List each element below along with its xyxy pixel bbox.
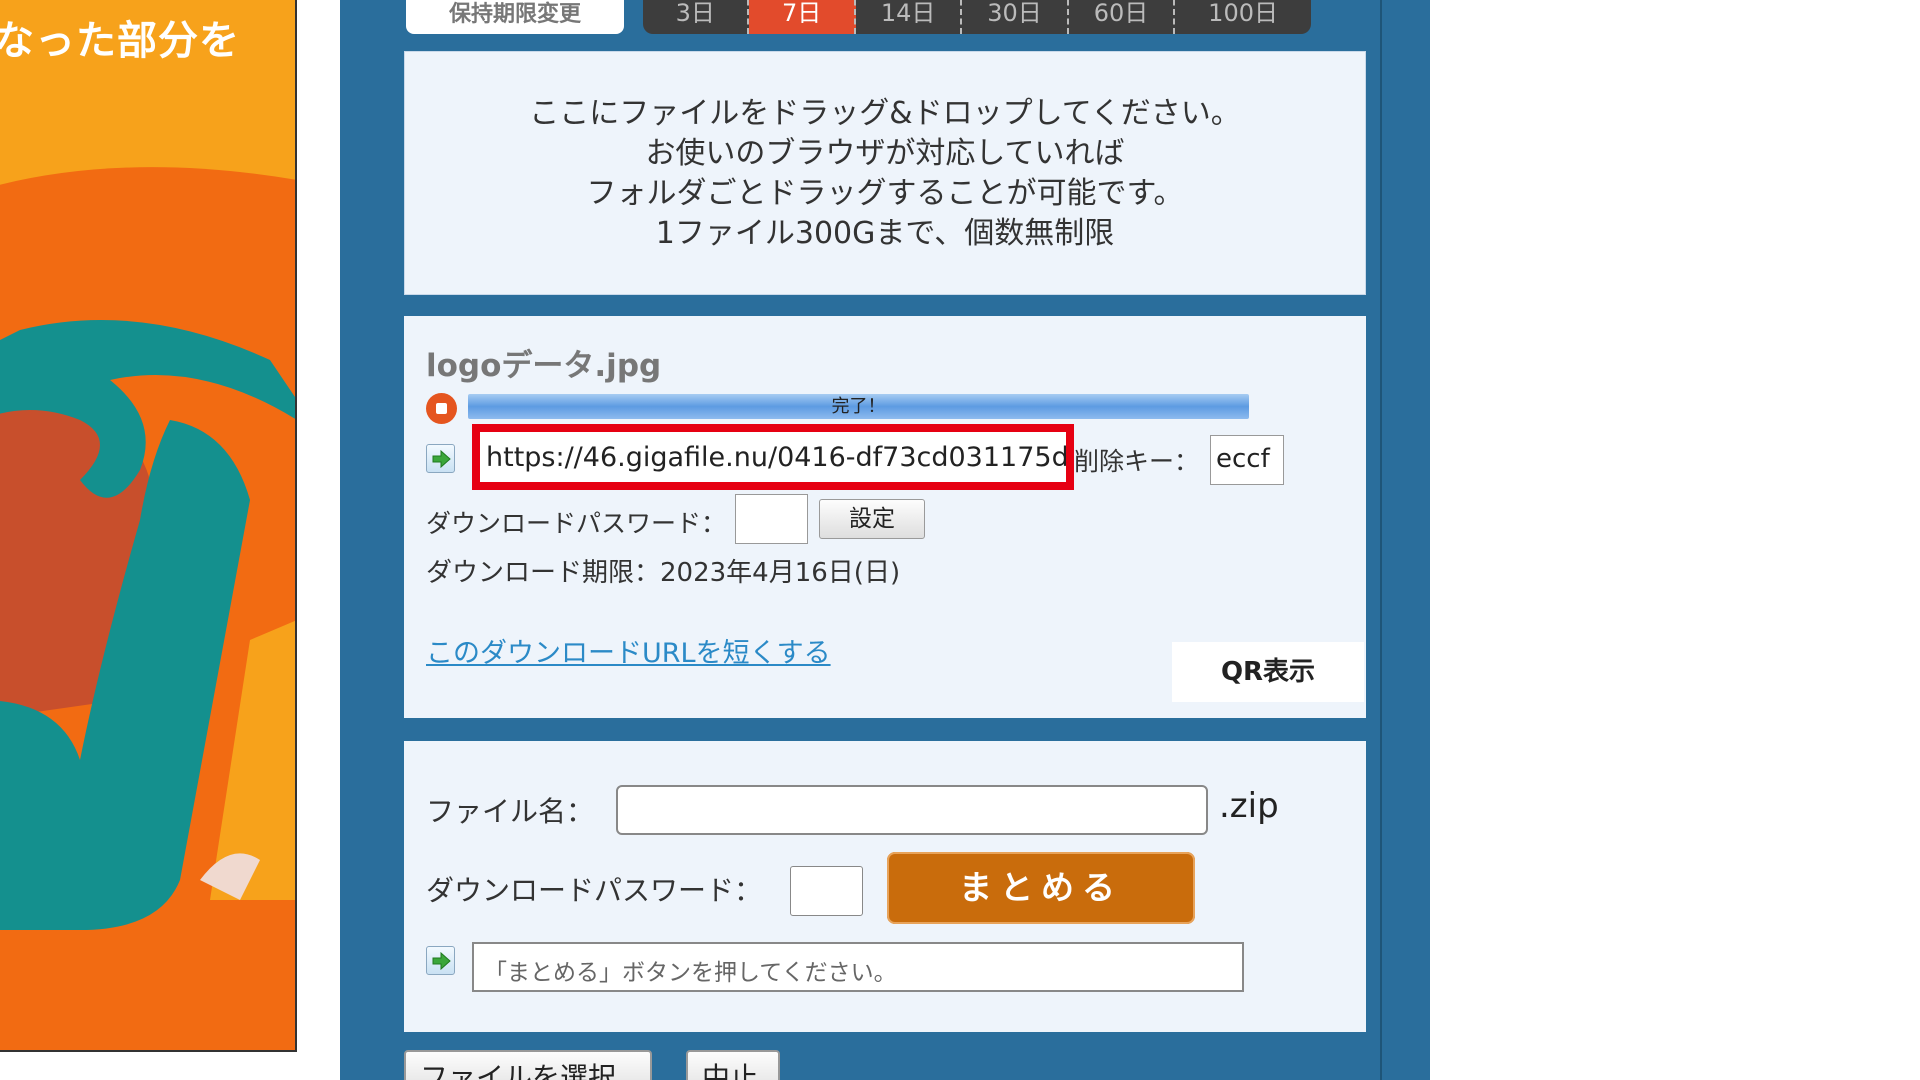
drop-zone[interactable]: ここにファイルをドラッグ&ドロップしてください。 お使いのブラウザが対応していれ… xyxy=(404,51,1366,295)
zip-copy-arrow-icon[interactable] xyxy=(426,946,455,975)
banner-caption: なった部分を xyxy=(0,18,240,64)
day-option-60[interactable]: 60日 xyxy=(1069,0,1176,34)
zip-panel: ファイル名： .zip ダウンロードパスワード： まとめる 「まとめる」ボタンを… xyxy=(404,741,1366,1032)
zip-extension: .zip xyxy=(1219,786,1279,826)
matome-button[interactable]: まとめる xyxy=(887,852,1195,924)
download-password-label: ダウンロードパスワード： xyxy=(426,509,727,538)
uploaded-file-panel: logoデータ.jpg 完了！ https://46.gigafile.nu/0… xyxy=(404,316,1366,718)
drop-line-1: ここにファイルをドラッグ&ドロップしてください。 xyxy=(529,96,1241,131)
day-option-3[interactable]: 3日 xyxy=(643,0,750,34)
stop-icon[interactable] xyxy=(426,393,457,424)
shorten-url-link[interactable]: このダウンロードURLを短くする xyxy=(426,631,831,670)
zip-filename-input[interactable] xyxy=(616,785,1208,835)
copy-arrow-icon[interactable] xyxy=(426,444,455,473)
frame-divider xyxy=(1380,0,1382,1080)
download-password-input[interactable] xyxy=(735,494,808,544)
keep-period-tab[interactable]: 保持期限変更 xyxy=(406,0,624,34)
day-option-30[interactable]: 30日 xyxy=(962,0,1069,34)
cancel-button[interactable]: 中止 xyxy=(686,1050,780,1080)
zip-filename-label: ファイル名： xyxy=(426,795,595,828)
upload-progress-bar: 完了！ xyxy=(468,394,1249,419)
select-files-button[interactable]: ファイルを選択 xyxy=(404,1050,652,1080)
progress-label: 完了！ xyxy=(831,396,886,417)
uploader-frame: 保持期限変更 3日 7日 14日 30日 60日 100日 ここにファイルをドラ… xyxy=(340,0,1430,1080)
drop-line-2: お使いのブラウザが対応していれば xyxy=(645,136,1125,171)
banner-illustration xyxy=(0,167,295,1050)
day-option-14[interactable]: 14日 xyxy=(856,0,963,34)
file-name: logoデータ.jpg xyxy=(426,348,662,384)
download-deadline: ダウンロード期限：2023年4月16日(日) xyxy=(426,558,901,588)
drop-instructions: ここにファイルをドラッグ&ドロップしてください。 お使いのブラウザが対応していれ… xyxy=(405,94,1365,254)
delete-key-field[interactable]: eccf xyxy=(1210,435,1284,485)
zip-password-label: ダウンロードパスワード： xyxy=(426,874,763,907)
day-option-100[interactable]: 100日 xyxy=(1175,0,1311,34)
zip-result-field[interactable]: 「まとめる」ボタンを押してください。 xyxy=(472,942,1244,992)
day-option-7[interactable]: 7日 xyxy=(749,0,856,34)
zip-password-input[interactable] xyxy=(790,866,863,916)
retention-days-bar: 3日 7日 14日 30日 60日 100日 xyxy=(643,0,1311,34)
drop-line-3: フォルダごとドラッグすることが可能です。 xyxy=(586,176,1184,211)
qr-display-button[interactable]: QR表示 xyxy=(1172,642,1364,702)
drop-line-4: 1ファイル300Gまで、個数無制限 xyxy=(655,216,1115,251)
download-url-field[interactable]: https://46.gigafile.nu/0416-df73cd031175… xyxy=(472,424,1074,490)
delete-key-label: 削除キー： xyxy=(1074,447,1200,476)
set-password-button[interactable]: 設定 xyxy=(819,499,925,539)
promo-banner[interactable]: なった部分を xyxy=(0,0,297,1052)
